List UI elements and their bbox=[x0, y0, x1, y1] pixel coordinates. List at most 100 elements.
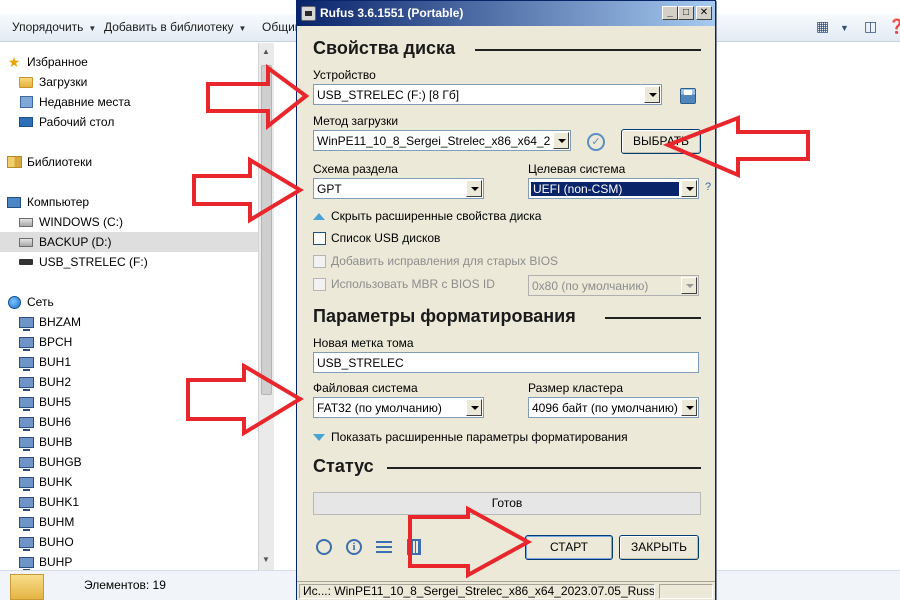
network-computer-icon bbox=[18, 315, 34, 331]
network-computer-icon bbox=[18, 375, 34, 391]
libraries-icon bbox=[6, 155, 22, 169]
select-image-button[interactable]: ВЫБРАТЬ bbox=[621, 129, 701, 154]
section-divider bbox=[475, 49, 701, 51]
network-computer-icon bbox=[18, 435, 34, 451]
nav-host[interactable]: BUHP bbox=[0, 552, 258, 570]
nav-host[interactable]: BUHGB bbox=[0, 452, 258, 472]
device-dropdown[interactable]: USB_STRELEC (F:) [8 Гб] bbox=[313, 84, 662, 105]
close-button[interactable]: ЗАКРЫТЬ bbox=[619, 535, 699, 560]
save-drive-icon[interactable] bbox=[680, 88, 696, 104]
globe-icon[interactable] bbox=[315, 538, 333, 556]
nav-downloads[interactable]: Загрузки bbox=[0, 72, 258, 92]
nav-libraries[interactable]: Библиотеки bbox=[0, 152, 258, 172]
drive-properties-heading: Свойства диска bbox=[313, 38, 456, 58]
network-computer-icon bbox=[18, 335, 34, 351]
maximize-button[interactable]: □ bbox=[678, 6, 694, 20]
section-divider bbox=[605, 317, 701, 319]
chevron-down-icon[interactable] bbox=[466, 399, 482, 416]
partition-scheme-value: GPT bbox=[317, 182, 342, 196]
checkbox-box bbox=[313, 277, 326, 291]
help-icon[interactable]: ? bbox=[705, 181, 711, 193]
nav-host[interactable]: BUHK bbox=[0, 472, 258, 492]
rufus-status-bar: Ис...: WinPE11_10_8_Sergei_Strelec_x86_x… bbox=[297, 581, 715, 600]
section-divider bbox=[387, 467, 701, 469]
nav-host[interactable]: BUHK1 bbox=[0, 492, 258, 512]
hide-advanced-drive-toggle[interactable]: Скрыть расширенные свойства диска bbox=[313, 208, 541, 224]
chevron-down-icon[interactable] bbox=[681, 399, 697, 416]
device-label: Устройство bbox=[313, 68, 376, 82]
add-to-library-button[interactable]: Добавить в библиотеку ▼ bbox=[104, 20, 246, 34]
file-system-value: FAT32 (по умолчанию) bbox=[317, 401, 442, 415]
file-system-dropdown[interactable]: FAT32 (по умолчанию) bbox=[313, 397, 484, 418]
nav-scrollbar[interactable]: ▲ ▼ bbox=[258, 43, 274, 570]
volume-label-value: USB_STRELEC bbox=[317, 356, 404, 370]
progress-bar: Готов bbox=[313, 492, 701, 515]
window-title: Rufus 3.6.1551 (Portable) bbox=[320, 6, 464, 20]
settings-sliders-icon[interactable] bbox=[375, 538, 393, 556]
nav-host[interactable]: BPCH bbox=[0, 332, 258, 352]
nav-host[interactable]: BUHO bbox=[0, 532, 258, 552]
nav-host[interactable]: BUHB bbox=[0, 432, 258, 452]
info-icon[interactable]: i bbox=[345, 538, 363, 556]
network-computer-icon bbox=[18, 455, 34, 471]
show-advanced-format-toggle[interactable]: Показать расширенные параметры форматиро… bbox=[313, 429, 628, 445]
downloads-folder-icon bbox=[18, 75, 34, 89]
nav-host[interactable]: BUH6 bbox=[0, 412, 258, 432]
network-computer-icon bbox=[18, 355, 34, 371]
nav-host[interactable]: BUH1 bbox=[0, 352, 258, 372]
preview-pane-icon[interactable]: ◫ bbox=[864, 18, 877, 35]
checkbox-box[interactable] bbox=[313, 231, 326, 245]
boot-selection-value: WinPE11_10_8_Sergei_Strelec_x86_x64_2023… bbox=[317, 134, 550, 148]
chevron-down-icon[interactable] bbox=[553, 132, 569, 149]
chevron-down-icon[interactable] bbox=[466, 180, 482, 197]
navigation-pane: ★ Избранное Загрузки Недавние места Рабоч… bbox=[0, 43, 258, 570]
nav-host[interactable]: BHZAM bbox=[0, 312, 258, 332]
use-mbr-bios-id-checkbox: Использовать MBR с BIOS ID bbox=[313, 276, 495, 292]
nav-computer[interactable]: Компьютер bbox=[0, 192, 258, 212]
old-bios-fixes-checkbox: Добавить исправления для старых BIOS bbox=[313, 253, 558, 269]
bios-id-dropdown: 0x80 (по умолчанию) bbox=[528, 275, 699, 296]
dropdown-arrow-icon[interactable]: ▼ bbox=[840, 23, 849, 33]
chevron-down-icon[interactable] bbox=[681, 180, 697, 197]
nav-host[interactable]: BUHM bbox=[0, 512, 258, 532]
scroll-down-icon[interactable]: ▼ bbox=[262, 555, 270, 564]
view-options-icon[interactable]: ▦ bbox=[816, 18, 829, 35]
nav-desktop[interactable]: Рабочий стол bbox=[0, 112, 258, 132]
nav-drive-f[interactable]: USB_STRELEC (F:) bbox=[0, 252, 258, 272]
drive-icon bbox=[18, 215, 34, 229]
folder-icon bbox=[10, 574, 44, 600]
network-computer-icon bbox=[18, 415, 34, 431]
nav-favorites[interactable]: ★ Избранное bbox=[0, 52, 258, 72]
help-icon[interactable]: ❓ bbox=[888, 18, 900, 35]
boot-selection-dropdown[interactable]: WinPE11_10_8_Sergei_Strelec_x86_x64_2023… bbox=[313, 130, 571, 151]
close-window-button[interactable]: ✕ bbox=[696, 6, 712, 20]
partition-scheme-dropdown[interactable]: GPT bbox=[313, 178, 484, 199]
cluster-size-dropdown[interactable]: 4096 байт (по умолчанию) bbox=[528, 397, 699, 418]
network-computer-icon bbox=[18, 475, 34, 491]
title-bar[interactable]: Rufus 3.6.1551 (Portable) _ □ ✕ bbox=[297, 1, 715, 26]
nav-drive-d[interactable]: BACKUP (D:) bbox=[0, 232, 258, 252]
minimize-button[interactable]: _ bbox=[662, 6, 678, 20]
nav-host[interactable]: BUH5 bbox=[0, 392, 258, 412]
scroll-up-icon[interactable]: ▲ bbox=[262, 47, 270, 56]
status-text: Ис...: WinPE11_10_8_Sergei_Strelec_x86_x… bbox=[299, 584, 655, 599]
list-usb-drives-checkbox[interactable]: Список USB дисков bbox=[313, 230, 440, 246]
volume-label-input[interactable]: USB_STRELEC bbox=[313, 352, 699, 373]
nav-network[interactable]: Сеть bbox=[0, 292, 258, 312]
nav-host[interactable]: BUH2 bbox=[0, 372, 258, 392]
nav-drive-c[interactable]: WINDOWS (C:) bbox=[0, 212, 258, 232]
nav-recent-places[interactable]: Недавние места bbox=[0, 92, 258, 112]
scroll-thumb[interactable] bbox=[261, 65, 272, 395]
chevron-down-icon[interactable] bbox=[644, 86, 660, 103]
file-list-area bbox=[716, 43, 900, 570]
target-system-dropdown[interactable]: UEFI (non-CSM) bbox=[528, 178, 699, 199]
start-button[interactable]: СТАРТ bbox=[525, 535, 613, 560]
log-icon[interactable] bbox=[405, 538, 423, 556]
verify-hash-icon[interactable]: ✓ bbox=[587, 133, 605, 151]
network-computer-icon bbox=[18, 535, 34, 551]
partition-scheme-label: Схема раздела bbox=[313, 162, 398, 176]
network-computer-icon bbox=[18, 515, 34, 531]
status-timer bbox=[659, 584, 713, 599]
network-icon bbox=[6, 295, 22, 309]
organize-button[interactable]: Упорядочить ▼ bbox=[12, 20, 96, 34]
